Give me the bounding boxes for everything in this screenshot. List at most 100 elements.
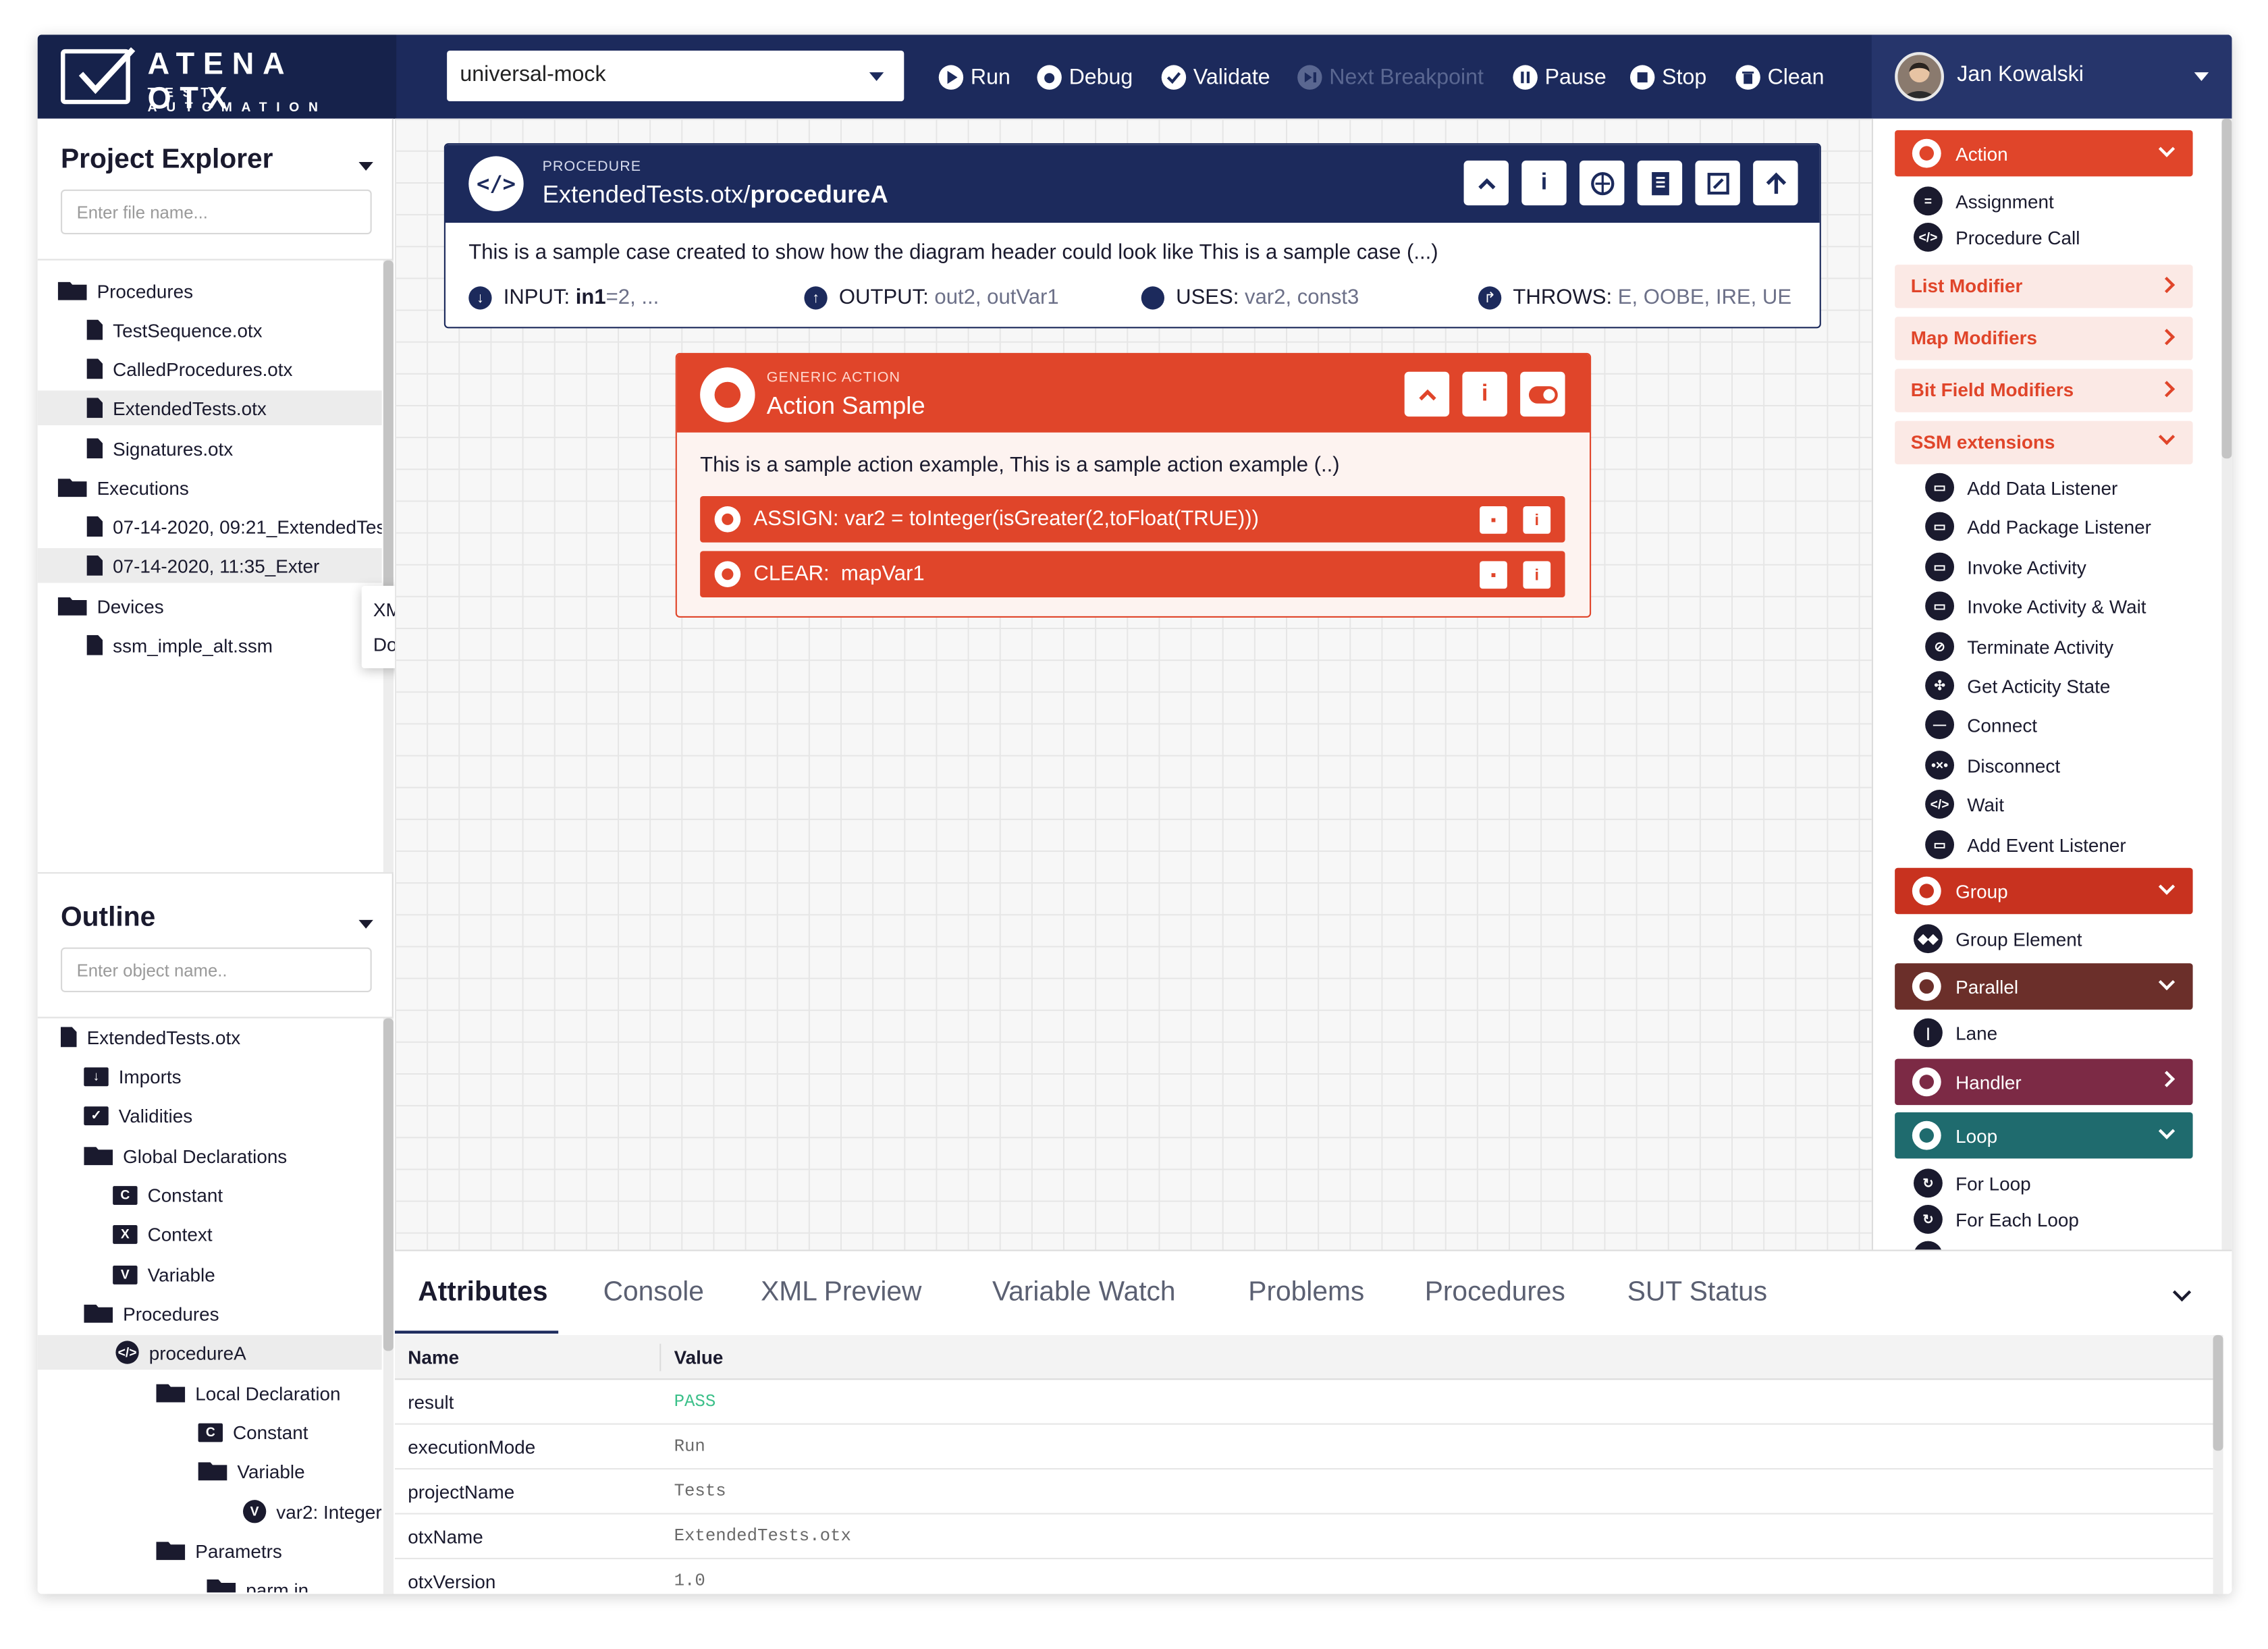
scrollbar-thumb[interactable] xyxy=(2213,1334,2223,1451)
tab-xml-preview[interactable]: XML Preview xyxy=(761,1277,921,1309)
palette-item-procedure-call[interactable]: </> Procedure Call xyxy=(1914,223,2080,252)
outline-context[interactable]: X Context xyxy=(113,1216,213,1251)
listener-icon: ▭ xyxy=(1925,830,1954,859)
palette-item-ssm[interactable]: •×• Disconnect xyxy=(1925,751,2060,780)
checkmark-logo-icon xyxy=(61,47,136,105)
stop-button[interactable]: Stop xyxy=(1630,61,1706,92)
outline-procedures[interactable]: Procedures xyxy=(84,1296,219,1330)
palette-item-lane[interactable]: | Lane xyxy=(1914,1018,1997,1048)
palette-item-ssm[interactable]: ▭ Add Data Listener xyxy=(1925,472,2117,502)
tree-folder-devices[interactable]: Devices xyxy=(57,589,382,623)
column-separator[interactable] xyxy=(659,1343,662,1372)
palette-bit-field-modifiers[interactable]: Bit Field Modifiers xyxy=(1895,369,2193,412)
palette-item-ssm[interactable]: ⊘ Terminate Activity xyxy=(1925,632,2113,661)
edit-button[interactable] xyxy=(1695,160,1740,206)
outline-constant[interactable]: C Constant xyxy=(113,1177,223,1212)
chevron-down-icon[interactable] xyxy=(2172,1283,2192,1302)
validate-button[interactable]: Validate xyxy=(1161,61,1270,92)
palette-item-ssm[interactable]: ✣ Get Acticity State xyxy=(1925,671,2110,701)
outline-parameters[interactable]: Parametrs xyxy=(156,1533,282,1567)
document-button[interactable] xyxy=(1637,160,1683,206)
palette-category-group[interactable]: Group xyxy=(1895,867,2193,915)
palette-map-modifiers[interactable]: Map Modifiers xyxy=(1895,317,2193,360)
action-kind: GENERIC ACTION xyxy=(766,370,901,387)
run-button[interactable]: Run xyxy=(938,61,1010,92)
tree-file-context[interactable]: 07-14-2020, 11:35_Exter xyxy=(37,548,382,583)
tab-procedures[interactable]: Procedures xyxy=(1425,1277,1565,1309)
chevron-down-icon[interactable] xyxy=(358,919,373,929)
outline-local-variable[interactable]: Variable xyxy=(198,1454,305,1488)
outline-param-in[interactable]: parm in xyxy=(207,1572,308,1593)
upload-button[interactable] xyxy=(1753,160,1798,206)
palette-category-action[interactable]: Action xyxy=(1895,130,2193,177)
info-button[interactable]: i xyxy=(1462,371,1507,417)
outline-local-declaration[interactable]: Local Declaration xyxy=(156,1376,341,1410)
procedure-card[interactable]: </> PROCEDURE ExtendedTests.otx/procedur… xyxy=(443,143,1821,329)
tree-folder-procedures[interactable]: Procedures xyxy=(57,273,382,308)
tab-variable-watch[interactable]: Variable Watch xyxy=(992,1277,1176,1309)
file-search-input[interactable]: Enter file name... xyxy=(61,189,372,235)
tree-folder-executions[interactable]: Executions xyxy=(57,470,382,504)
object-search-input[interactable]: Enter object name.. xyxy=(61,947,372,992)
next-breakpoint-button[interactable]: Next Breakpoint xyxy=(1297,61,1484,92)
tab-problems[interactable]: Problems xyxy=(1248,1277,1364,1309)
collapse-button[interactable] xyxy=(1404,371,1450,417)
outline-imports[interactable]: ↓ Imports xyxy=(84,1059,182,1093)
palette-item-ssm[interactable]: </> Wait xyxy=(1925,790,2004,819)
scrollbar-thumb[interactable] xyxy=(2221,118,2232,459)
palette-item-ssm[interactable]: ▭ Invoke Activity & Wait xyxy=(1925,591,2146,621)
collapse-button[interactable] xyxy=(1463,160,1509,206)
device-select[interactable]: universal-mock xyxy=(447,51,905,101)
tab-sut-status[interactable]: SUT Status xyxy=(1627,1277,1767,1309)
tree-file[interactable]: TestSequence.otx xyxy=(86,313,382,347)
palette-item-for-each-loop[interactable]: ↻ For Each Loop xyxy=(1914,1205,2079,1234)
outline-variable[interactable]: V Variable xyxy=(113,1257,215,1291)
palette-item-for-loop[interactable]: ↻ For Loop xyxy=(1914,1168,2031,1198)
palette-category-parallel[interactable]: Parallel xyxy=(1895,963,2193,1010)
info-icon[interactable]: i xyxy=(1523,561,1551,589)
document-icon[interactable]: ▪ xyxy=(1480,561,1507,589)
palette-category-loop[interactable]: Loop xyxy=(1895,1112,2193,1159)
clean-button[interactable]: Clean xyxy=(1735,61,1825,92)
chevron-down-icon[interactable] xyxy=(358,162,373,171)
tree-file[interactable]: 07-14-2020, 09:21_ExtendedTes xyxy=(86,509,382,543)
action-statement-clear[interactable]: CLEAR: mapVar1 ▪ i xyxy=(700,551,1565,597)
action-card[interactable]: GENERIC ACTION Action Sample i This is a… xyxy=(675,352,1592,618)
outline-file[interactable]: ExtendedTests.otx xyxy=(61,1020,240,1054)
outline-validities[interactable]: ✓ Validities xyxy=(84,1098,192,1132)
tab-attributes[interactable]: Attributes xyxy=(418,1277,547,1309)
tree-file[interactable]: ssm_imple_alt.ssm xyxy=(86,628,382,662)
palette-item-ssm[interactable]: ▭ Add Event Listener xyxy=(1925,830,2126,859)
user-menu[interactable]: Jan Kowalski xyxy=(1871,34,2232,119)
palette-category-handler[interactable]: Handler xyxy=(1895,1058,2193,1106)
document-icon[interactable]: ▪ xyxy=(1480,506,1507,534)
palette-item-ssm[interactable]: ▭ Invoke Activity xyxy=(1925,552,2086,582)
info-button[interactable]: i xyxy=(1521,160,1567,206)
palette-item-ssm[interactable]: ▭ Add Package Listener xyxy=(1925,512,2151,541)
debug-button[interactable]: Debug xyxy=(1037,61,1133,92)
tree-file[interactable]: CalledProcedures.otx xyxy=(86,352,382,386)
scrollbar-thumb[interactable] xyxy=(383,1018,394,1351)
info-icon[interactable]: i xyxy=(1523,506,1551,534)
tab-console[interactable]: Console xyxy=(603,1277,704,1309)
palette-ssm-extensions[interactable]: SSM extensions xyxy=(1895,421,2193,464)
palette-item-group-element[interactable]: ◆◆ Group Element xyxy=(1914,924,2082,954)
table-row[interactable]: result PASS xyxy=(395,1380,2213,1425)
palette-list-modifier[interactable]: List Modifier xyxy=(1895,265,2193,308)
table-row[interactable]: otxVersion 1.0 xyxy=(395,1559,2213,1594)
action-statement-assign[interactable]: ASSIGN: var2 = toInteger(isGreater(2,toF… xyxy=(700,496,1565,543)
toggle-button[interactable] xyxy=(1520,371,1565,417)
palette-item-ssm[interactable]: — Connect xyxy=(1925,710,2037,739)
outline-var2[interactable]: Vvar2: Integer xyxy=(243,1494,382,1529)
outline-local-constant[interactable]: C Constant xyxy=(198,1415,308,1449)
palette-item-assignment[interactable]: = Assignment xyxy=(1914,186,2054,216)
tree-file[interactable]: Signatures.otx xyxy=(86,431,382,466)
outline-procedure-selected[interactable]: </> procedureA xyxy=(37,1334,382,1370)
globe-button[interactable] xyxy=(1580,160,1625,206)
table-row[interactable]: projectName Tests xyxy=(395,1469,2213,1515)
pause-button[interactable]: Pause xyxy=(1513,61,1606,92)
table-row[interactable]: otxName ExtendedTests.otx xyxy=(395,1515,2213,1559)
table-row[interactable]: executionMode Run xyxy=(395,1425,2213,1470)
outline-global-declarations[interactable]: Global Declarations xyxy=(84,1138,287,1172)
tree-file-selected[interactable]: ExtendedTests.otx xyxy=(37,390,382,425)
